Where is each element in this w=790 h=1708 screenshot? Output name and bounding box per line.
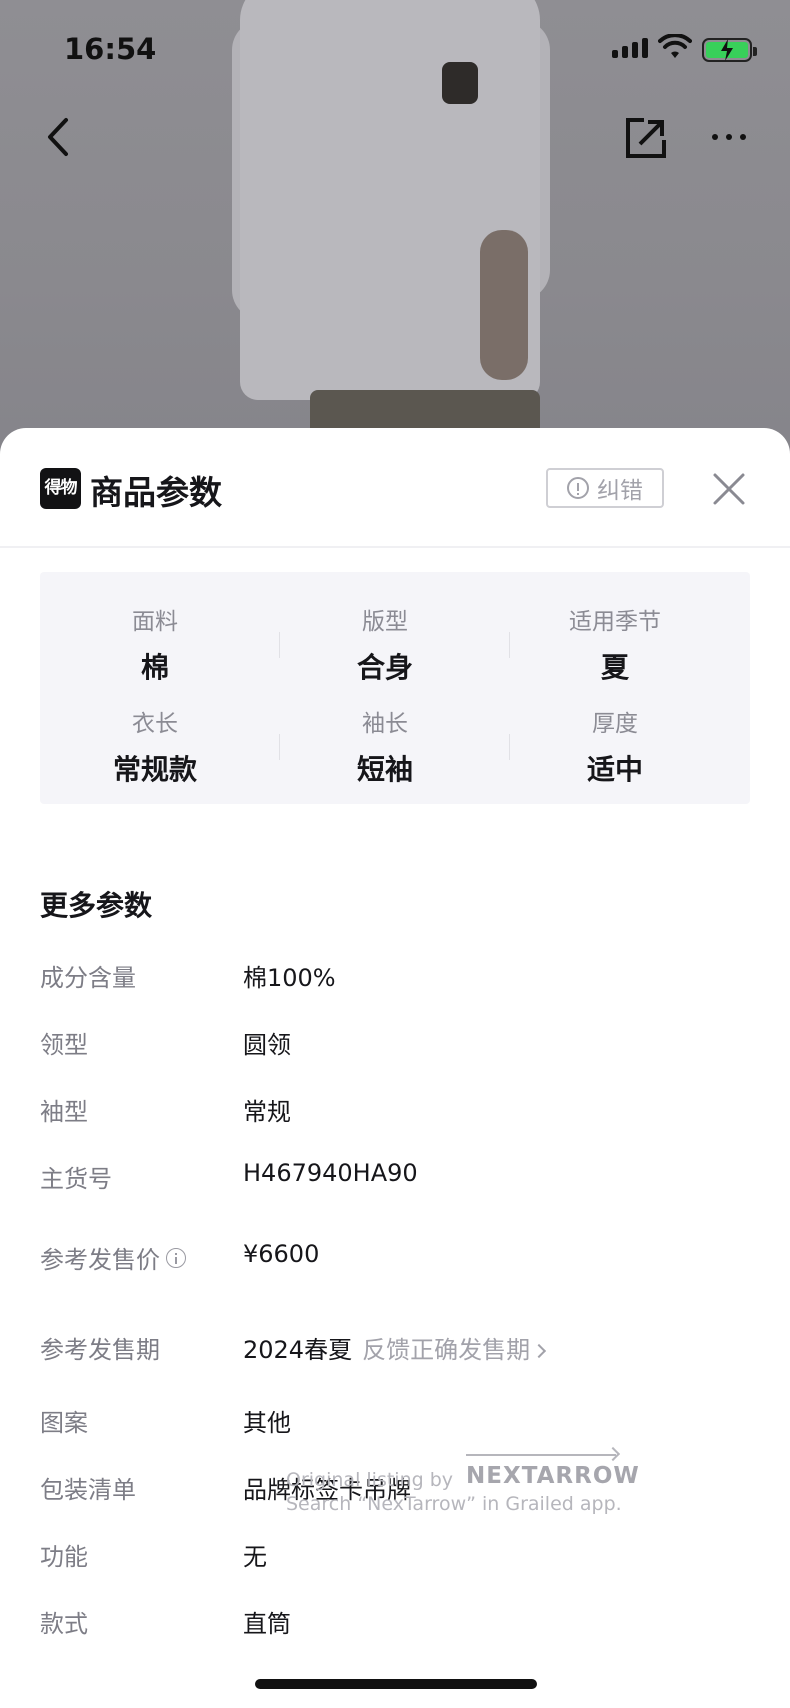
home-indicator[interactable] xyxy=(255,1679,537,1689)
param-label: 款式 xyxy=(40,1610,88,1638)
watermark: Original listing by NEXTARROW Search “Ne… xyxy=(286,1454,639,1516)
signal-icon xyxy=(612,38,648,58)
param-value: 棉100% xyxy=(243,964,336,992)
param-value: 2024春夏 xyxy=(243,1336,353,1364)
wifi-icon xyxy=(658,34,692,58)
release-date-feedback-link[interactable]: 反馈正确发售期 xyxy=(362,1336,547,1364)
param-row: 参考发售期 2024春夏 反馈正确发售期 xyxy=(40,1330,750,1370)
attribute-value: 合身 xyxy=(356,651,413,684)
sheet-header: 得物 商品参数 纠错 xyxy=(0,428,790,548)
brand-logo: 得物 xyxy=(40,468,81,509)
param-value: 常规 xyxy=(243,1098,291,1126)
param-row: 成分含量 棉100% xyxy=(40,958,750,998)
param-row: 领型 圆领 xyxy=(40,1025,750,1065)
param-label: 袖型 xyxy=(40,1098,88,1126)
arrow-icon xyxy=(466,1454,616,1456)
watermark-line2: Search “NexTarrow” in Grailed app. xyxy=(286,1493,622,1515)
param-row: 图案 其他 xyxy=(40,1403,750,1443)
param-value: 无 xyxy=(243,1543,267,1571)
attribute-label: 厚度 xyxy=(592,711,638,737)
attribute-value: 夏 xyxy=(600,651,629,684)
exclamation-circle-icon xyxy=(567,477,589,499)
params-sheet: 得物 商品参数 纠错 面料 棉 版型 合身 适用季节 夏 衣长 常规款 袖长 短… xyxy=(0,428,790,1708)
param-row: 主货号 H467940HA90 xyxy=(40,1159,750,1199)
attribute-value: 棉 xyxy=(140,651,169,684)
watermark-brand: NEXTARROW xyxy=(466,1463,640,1489)
attribute-label: 衣长 xyxy=(132,711,178,737)
sheet-title: 商品参数 xyxy=(90,473,222,512)
param-value: H467940HA90 xyxy=(243,1159,418,1187)
param-label: 包装清单 xyxy=(40,1476,136,1504)
chevron-right-icon xyxy=(532,1343,547,1359)
param-label: 功能 xyxy=(40,1543,88,1571)
param-value: 其他 xyxy=(243,1409,291,1437)
param-row: 款式 直筒 xyxy=(40,1604,750,1644)
attribute-item: 厚度 适中 xyxy=(500,704,730,788)
share-icon[interactable] xyxy=(624,116,668,160)
attribute-item: 版型 合身 xyxy=(270,602,500,686)
attribute-value: 短袖 xyxy=(356,753,413,786)
param-value-with-link: 2024春夏 反馈正确发售期 xyxy=(243,1330,547,1365)
report-error-label: 纠错 xyxy=(597,478,643,504)
battery-icon xyxy=(702,38,757,62)
attribute-value: 常规款 xyxy=(112,753,197,786)
param-value: 直筒 xyxy=(243,1610,291,1638)
param-label: 图案 xyxy=(40,1409,88,1437)
param-label: 领型 xyxy=(40,1031,88,1059)
attribute-label: 面料 xyxy=(132,609,178,635)
attribute-item: 袖长 短袖 xyxy=(270,704,500,788)
status-bar: 16:54 xyxy=(0,0,790,100)
param-label: 参考发售期 xyxy=(40,1336,160,1364)
attribute-item: 适用季节 夏 xyxy=(500,602,730,686)
attribute-label: 袖长 xyxy=(362,711,408,737)
divider xyxy=(509,734,510,760)
divider xyxy=(509,632,510,658)
attribute-label: 适用季节 xyxy=(569,609,661,635)
param-value: ¥6600 xyxy=(243,1240,320,1268)
status-time: 16:54 xyxy=(64,32,157,66)
divider xyxy=(279,632,280,658)
param-row: 袖型 常规 xyxy=(40,1092,750,1132)
param-value: 圆领 xyxy=(243,1031,291,1059)
param-label: 主货号 xyxy=(40,1165,112,1193)
attribute-item: 面料 棉 xyxy=(40,602,270,686)
divider xyxy=(279,734,280,760)
feedback-link-label: 反馈正确发售期 xyxy=(362,1336,531,1364)
attribute-value: 适中 xyxy=(586,753,643,786)
param-row: 功能 无 xyxy=(40,1537,750,1577)
more-icon[interactable] xyxy=(712,134,746,140)
param-label: 参考发售价 xyxy=(40,1246,160,1274)
info-icon[interactable] xyxy=(166,1247,186,1268)
close-icon[interactable] xyxy=(712,472,746,506)
param-label-with-info: 参考发售价 xyxy=(40,1240,186,1275)
param-label: 成分含量 xyxy=(40,964,136,992)
key-attributes: 面料 棉 版型 合身 适用季节 夏 衣长 常规款 袖长 短袖 厚度 适中 xyxy=(40,572,750,804)
more-params-title: 更多参数 xyxy=(40,889,153,922)
attribute-label: 版型 xyxy=(362,609,408,635)
chevron-left-icon[interactable] xyxy=(40,112,80,162)
param-row: 参考发售价 ¥6600 xyxy=(40,1240,750,1280)
report-error-button[interactable]: 纠错 xyxy=(546,468,664,508)
attribute-item: 衣长 常规款 xyxy=(40,704,270,788)
